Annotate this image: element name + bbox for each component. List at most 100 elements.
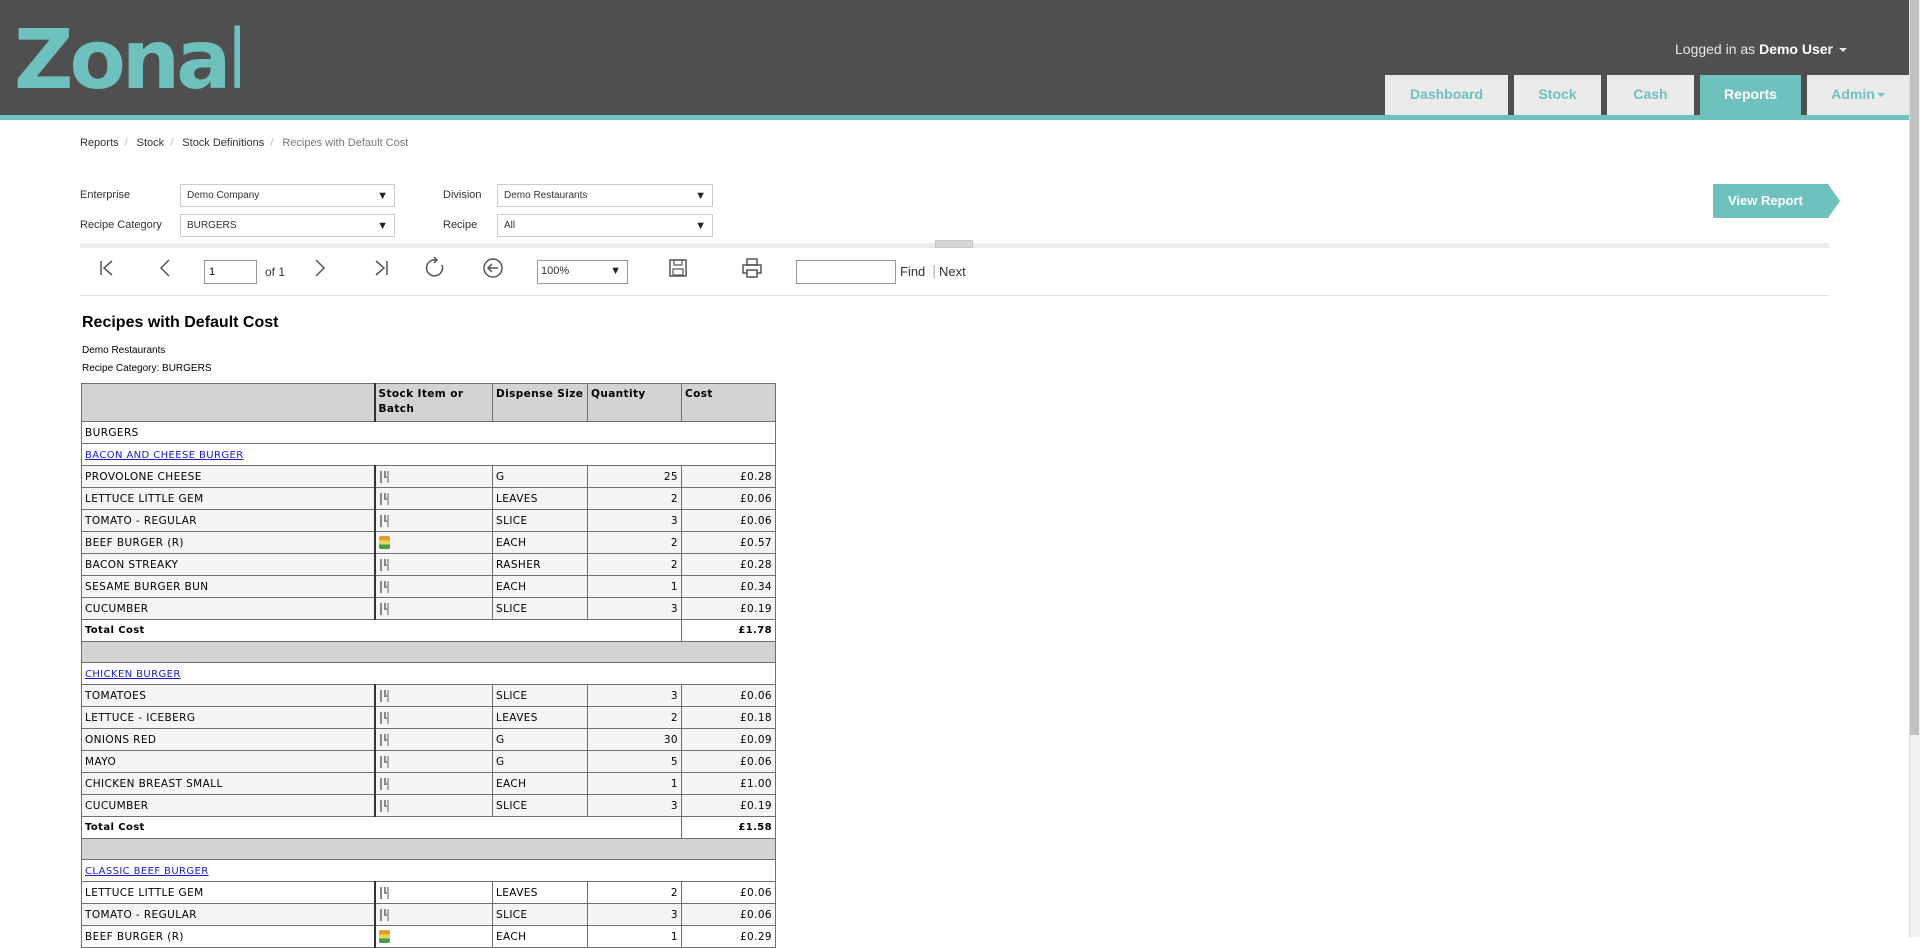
page-scrollbar[interactable] [1909, 0, 1920, 937]
table-row: LETTUCE LITTLE GEM LEAVES 2 £0.06 [81, 881, 776, 904]
dropdown-arrow-icon: ▼ [695, 220, 706, 232]
table-row: LETTUCE - ICEBERG LEAVES 2 £0.18 [81, 706, 776, 729]
total-cost: £1.58 [681, 816, 776, 839]
item-name: SESAME BURGER BUN [81, 575, 375, 598]
first-page-icon[interactable] [98, 256, 116, 280]
cost: £0.34 [681, 575, 776, 598]
stock-item-icon [379, 711, 391, 724]
tab-admin[interactable]: Admin [1807, 75, 1909, 115]
enterprise-value: Demo Company [187, 190, 260, 201]
last-page-icon[interactable] [372, 256, 390, 280]
quantity: 3 [587, 903, 682, 926]
column-header-stock-item: Stock Item or Batch [373, 383, 493, 422]
item-name: BACON STREAKY [81, 553, 375, 576]
item-type-cell [373, 881, 493, 904]
stock-item-icon [379, 470, 391, 483]
cost: £1.00 [681, 772, 776, 795]
item-name: CHICKEN BREAST SMALL [81, 772, 375, 795]
division-label: Division [443, 189, 482, 201]
tab-stock[interactable]: Stock [1514, 75, 1601, 115]
table-header-row: Stock Item or Batch Dispense Size Quanti… [81, 383, 776, 422]
dispense-size: SLICE [492, 684, 588, 707]
cost: £0.06 [681, 881, 776, 904]
cost: £0.06 [681, 487, 776, 510]
recipes-table: Stock Item or Batch Dispense Size Quanti… [81, 383, 776, 948]
caret-down-icon [1876, 93, 1885, 98]
dispense-size: RASHER [492, 553, 588, 576]
breadcrumb-stock[interactable]: Stock [137, 137, 165, 149]
recipe-link[interactable]: CHICKEN BURGER [85, 669, 181, 680]
dispense-size: SLICE [492, 509, 588, 532]
collapse-parameters-handle[interactable] [935, 240, 973, 248]
cost: £0.28 [681, 553, 776, 576]
category-row: BURGERS [81, 421, 776, 444]
report-division: Demo Restaurants [82, 345, 166, 356]
item-type-cell [373, 531, 493, 554]
tab-dashboard[interactable]: Dashboard [1385, 75, 1508, 115]
view-report-button[interactable]: View Report [1713, 184, 1840, 218]
refresh-icon[interactable] [425, 256, 447, 280]
zoom-select[interactable]: 100% ▼ [537, 260, 628, 284]
back-icon[interactable] [482, 256, 504, 280]
cost: £0.09 [681, 728, 776, 751]
column-header-name [81, 383, 375, 422]
table-row: BEEF BURGER (R) EACH 2 £0.57 [81, 531, 776, 554]
stock-item-icon [379, 580, 391, 593]
table-row: LETTUCE LITTLE GEM LEAVES 2 £0.06 [81, 487, 776, 510]
scrollbar-thumb[interactable] [1910, 0, 1919, 735]
total-row: Total Cost £1.58 [81, 816, 776, 839]
recipe-link[interactable]: BACON AND CHEESE BURGER [85, 450, 244, 461]
user-menu[interactable]: Logged in as Demo User [1675, 41, 1847, 57]
previous-page-icon[interactable] [158, 256, 172, 280]
recipe-value: All [504, 220, 516, 231]
save-icon[interactable] [668, 256, 688, 280]
dropdown-arrow-icon: ▼ [377, 190, 388, 202]
dispense-size: G [492, 728, 588, 751]
recipe-select[interactable]: All ▼ [497, 214, 713, 237]
report-category: Recipe Category: BURGERS [82, 363, 212, 374]
spacer-row [81, 838, 776, 860]
enterprise-select[interactable]: Demo Company ▼ [180, 184, 395, 207]
cost: £0.28 [681, 465, 776, 488]
tab-cash[interactable]: Cash [1607, 75, 1694, 115]
print-icon[interactable] [741, 256, 763, 280]
quantity: 2 [587, 487, 682, 510]
dispense-size: SLICE [492, 794, 588, 817]
breadcrumb-reports[interactable]: Reports [80, 137, 119, 149]
batch-icon [378, 536, 390, 549]
recipe-link[interactable]: CLASSIC BEEF BURGER [85, 866, 209, 877]
stock-item-icon [379, 886, 391, 899]
item-type-cell [373, 903, 493, 926]
category-label: BURGERS [81, 421, 776, 444]
zonal-logo[interactable]: Zonal [14, 22, 240, 92]
item-type-cell [373, 750, 493, 773]
table-row: CUCUMBER SLICE 3 £0.19 [81, 794, 776, 817]
report-title: Recipes with Default Cost [82, 314, 279, 331]
find-link[interactable]: Find [900, 264, 925, 279]
dispense-size: SLICE [492, 597, 588, 620]
quantity: 5 [587, 750, 682, 773]
dispense-size: G [492, 465, 588, 488]
page-number-input[interactable] [204, 260, 257, 284]
next-page-icon[interactable] [313, 256, 327, 280]
recipe-row: BACON AND CHEESE BURGER [81, 443, 776, 466]
cost: £0.06 [681, 750, 776, 773]
table-row: TOMATO - REGULAR SLICE 3 £0.06 [81, 903, 776, 926]
division-select[interactable]: Demo Restaurants ▼ [497, 184, 713, 207]
find-next-link[interactable]: Next [939, 264, 966, 279]
recipe-row: CLASSIC BEEF BURGER [81, 859, 776, 882]
report-toolbar: of 1 100% ▼ Find | Next [80, 248, 1829, 296]
find-separator: | [932, 264, 937, 279]
recipe-category-select[interactable]: BURGERS ▼ [180, 214, 395, 237]
item-name: TOMATOES [81, 684, 375, 707]
recipe-category-value: BURGERS [187, 220, 237, 231]
quantity: 1 [587, 772, 682, 795]
tab-reports[interactable]: Reports [1700, 75, 1801, 115]
main-nav: Dashboard Stock Cash Reports Admin [1385, 75, 1915, 115]
enterprise-label: Enterprise [80, 189, 131, 201]
total-label: Total Cost [81, 816, 682, 839]
find-input[interactable] [796, 260, 896, 284]
breadcrumb-stock-definitions[interactable]: Stock Definitions [182, 137, 264, 149]
total-row: Total Cost £1.78 [81, 619, 776, 642]
caret-down-icon [1839, 48, 1847, 53]
